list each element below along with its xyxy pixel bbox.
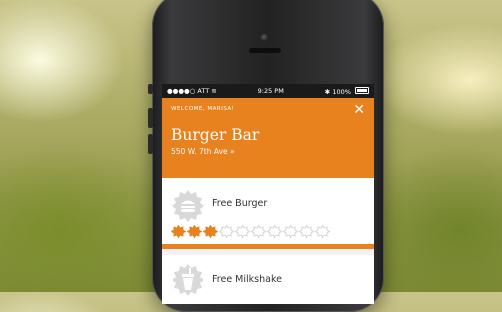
venue-header: WELCOME, MARISA! ✕ Burger Bar 550 W. 7th…: [162, 98, 374, 178]
reward-card[interactable]: Free Burger: [162, 178, 374, 244]
stamp-empty: [283, 225, 298, 238]
stamp-empty: [219, 225, 234, 238]
close-icon[interactable]: ✕: [353, 103, 365, 117]
stamp-filled: [203, 225, 218, 238]
phone-frame: ●●●●○ ATT ≋ 9:25 PM ✱ 100% WELCOME, MARI…: [148, 0, 384, 312]
stamp-empty: [267, 225, 282, 238]
mute-switch: [148, 84, 153, 94]
status-bar: ●●●●○ ATT ≋ 9:25 PM ✱ 100%: [162, 84, 374, 98]
carrier-signal: ●●●●○ ATT ≋: [167, 87, 217, 95]
phone-screen: ●●●●○ ATT ≋ 9:25 PM ✱ 100% WELCOME, MARI…: [162, 84, 374, 304]
reward-name: Free Milkshake: [212, 274, 282, 285]
battery-icon: [355, 86, 369, 94]
status-time: 9:25 PM: [257, 87, 284, 95]
stamp-empty: [315, 225, 330, 238]
section-divider: [162, 244, 374, 249]
burger-icon: [172, 190, 204, 222]
welcome-text: WELCOME, MARISA!: [171, 106, 235, 112]
stamp-filled: [171, 225, 186, 238]
stamp-empty: [235, 225, 250, 238]
earpiece-speaker: [249, 48, 281, 53]
stamp-filled: [187, 225, 202, 238]
venue-address-link[interactable]: 550 W. 7th Ave »: [171, 147, 365, 156]
stamp-empty: [299, 225, 314, 238]
volume-up-button: [148, 108, 153, 128]
bluetooth-icon: ✱: [324, 87, 331, 96]
front-camera: [261, 34, 268, 41]
stamp-empty: [251, 225, 266, 238]
wifi-icon: ≋: [211, 87, 217, 95]
reward-card[interactable]: Free Milkshake: [162, 255, 374, 304]
volume-down-button: [148, 134, 153, 154]
battery-status: ✱ 100%: [324, 86, 369, 96]
reward-name: Free Burger: [212, 198, 268, 209]
stamp-progress: [171, 225, 330, 238]
venue-title: Burger Bar: [171, 126, 260, 144]
